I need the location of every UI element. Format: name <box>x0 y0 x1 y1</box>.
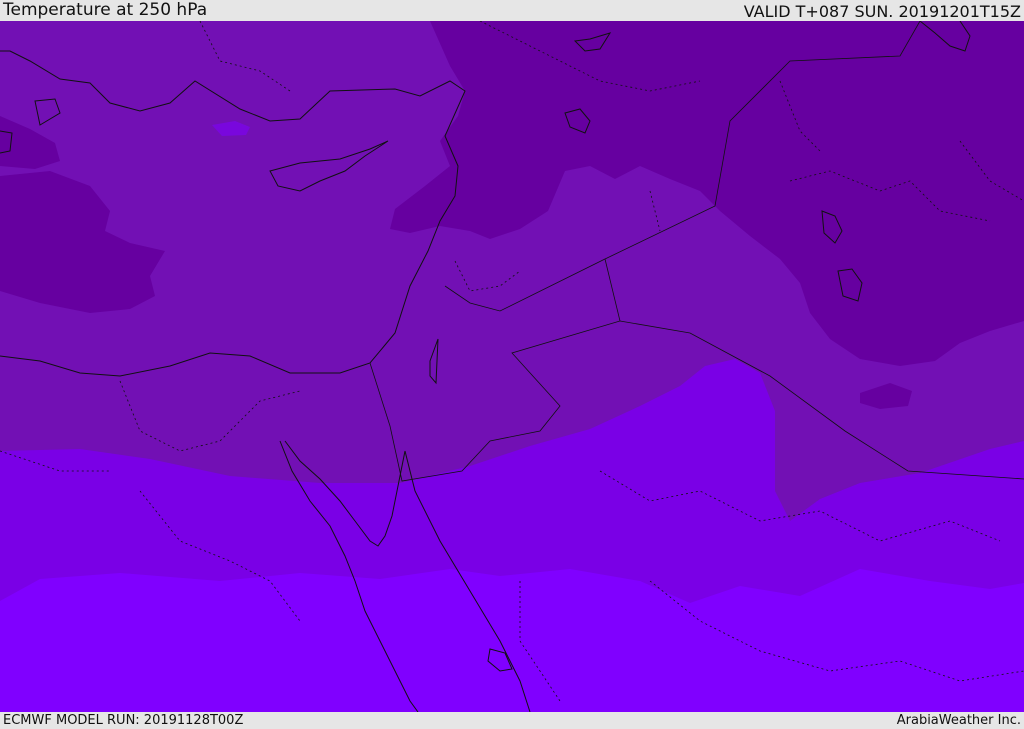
map-frame: Temperature at 250 hPa VALID T+087 SUN. … <box>0 0 1024 729</box>
map-title: Temperature at 250 hPa <box>3 0 208 20</box>
footer-bar: ECMWF MODEL RUN: 20191128T00Z ArabiaWeat… <box>0 712 1024 729</box>
valid-time: VALID T+087 SUN. 20191201T15Z <box>743 2 1021 21</box>
map-canvas <box>0 21 1024 712</box>
temperature-map <box>0 21 1024 712</box>
model-run: ECMWF MODEL RUN: 20191128T00Z <box>3 713 244 728</box>
credit-text: ArabiaWeather Inc. <box>896 713 1021 728</box>
header-bar: Temperature at 250 hPa VALID T+087 SUN. … <box>0 0 1024 21</box>
